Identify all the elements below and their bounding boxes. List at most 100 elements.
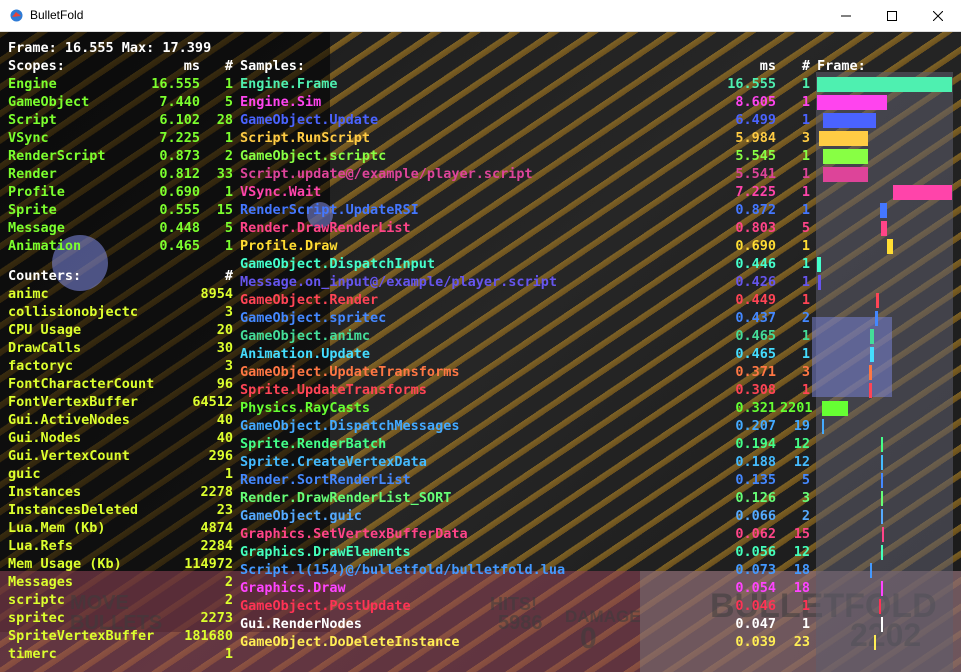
sample-count: 1 [801,598,810,614]
sample-name: Engine.Frame [240,76,338,92]
sample-count: 12 [793,436,810,452]
maximize-button[interactable] [869,0,915,31]
scope-name: Animation [8,238,82,254]
sample-count: 3 [801,490,810,506]
counter-value: 4874 [200,520,233,536]
counter-name: Mem Usage (Kb) [8,556,122,572]
sample-count: 12 [793,544,810,560]
sample-count: 18 [793,562,810,578]
counter-name: spritec [8,610,65,626]
counter-name: factoryc [8,358,74,374]
scope-name: VSync [8,130,49,146]
sample-ms: 0.056 [735,544,776,560]
maximize-icon [887,10,897,21]
counters-count-header: # [224,268,233,284]
scopes-count-header: # [224,58,233,74]
minimize-button[interactable] [823,0,869,31]
sample-count: 1 [801,76,810,92]
sample-ms: 0.046 [735,598,776,614]
scope-ms: 0.448 [159,220,200,236]
scope-name: RenderScript [8,148,106,164]
counter-name: timerc [8,646,57,662]
counter-name: DrawCalls [8,340,82,356]
scope-count: 5 [224,220,233,236]
sample-count: 18 [793,580,810,596]
sample-name: Physics.RayCasts [240,400,371,416]
frame-bar [881,545,884,560]
frame-bar [870,329,874,344]
counter-value: 3 [224,358,233,374]
sample-name: Sprite.UpdateTransforms [240,382,427,398]
sample-ms: 0.062 [735,526,776,542]
counter-name: Lua.Refs [8,538,74,554]
sample-name: GameObject.spritec [240,310,387,326]
frame-bar [878,599,881,614]
counter-name: Messages [8,574,74,590]
counter-name: scriptc [8,592,65,608]
sample-count: 1 [801,166,810,182]
scope-count: 28 [216,112,233,128]
counter-value: 181680 [184,628,233,644]
scope-ms: 0.465 [159,238,200,254]
counter-value: 296 [208,448,233,464]
sample-ms: 0.194 [735,436,776,452]
frame-bar [879,203,887,218]
counter-value: 2273 [200,610,233,626]
profiler-overlay: Frame: 16.555 Max: 17.399 Scopes: ms # E… [0,32,961,672]
counter-name: collisionobjectc [8,304,139,320]
sample-name: Sprite.CreateVertexData [240,454,427,470]
sample-ms: 0.126 [735,490,776,506]
sample-ms: 0.371 [735,364,776,380]
scope-count: 33 [216,166,233,182]
sample-count: 19 [793,418,810,434]
scope-count: 15 [216,202,233,218]
scope-ms: 0.812 [159,166,200,182]
counters-title: Counters: [8,268,82,284]
scope-name: GameObject [8,94,90,110]
sample-name: VSync.Wait [240,184,322,200]
sample-name: Message.on_input@/example/player.script [240,274,557,290]
frame-summary: Frame: 16.555 Max: 17.399 [8,40,212,56]
frame-bar [880,491,883,506]
sample-name: GameObject.animc [240,328,371,344]
app-icon [10,9,23,22]
sample-count: 5 [801,220,810,236]
counter-name: guic [8,466,41,482]
sample-name: GameObject.PostUpdate [240,598,411,614]
scope-name: Message [8,220,65,236]
sample-ms: 0.803 [735,220,776,236]
sample-ms: 5.545 [735,148,776,164]
counter-name: CPU Usage [8,322,82,338]
samples-ms-header: ms [759,58,776,74]
sample-name: GameObject.scriptc [240,148,387,164]
frame-bar [880,221,888,236]
sample-name: Render.SortRenderList [240,472,411,488]
sample-ms: 0.449 [735,292,776,308]
sample-ms: 0.188 [735,454,776,470]
sample-name: Graphics.SetVertexBufferData [240,526,468,542]
sample-count: 23 [793,634,810,650]
sample-count: 1 [801,292,810,308]
scope-ms: 16.555 [151,76,200,92]
close-button[interactable] [915,0,961,31]
sample-count: 1 [801,346,810,362]
scope-count: 1 [224,238,233,254]
scope-ms: 7.225 [159,130,200,146]
scopes-title: Scopes: [8,58,65,74]
sample-count: 3 [801,364,810,380]
samples-title: Samples: [240,58,306,74]
sample-ms: 6.499 [735,112,776,128]
sample-ms: 0.690 [735,238,776,254]
frame-bar [817,257,822,272]
counter-value: 2278 [200,484,233,500]
sample-ms: 8.605 [735,94,776,110]
sample-name: Script.RunScript [240,130,371,146]
scope-count: 1 [224,130,233,146]
counter-value: 114972 [184,556,233,572]
frame-bar [881,437,884,452]
counter-value: 64512 [192,394,233,410]
counter-value: 23 [216,502,233,518]
sample-ms: 0.135 [735,472,776,488]
frame-bar [870,563,872,578]
sample-name: Render.DrawRenderList_SORT [240,490,452,506]
